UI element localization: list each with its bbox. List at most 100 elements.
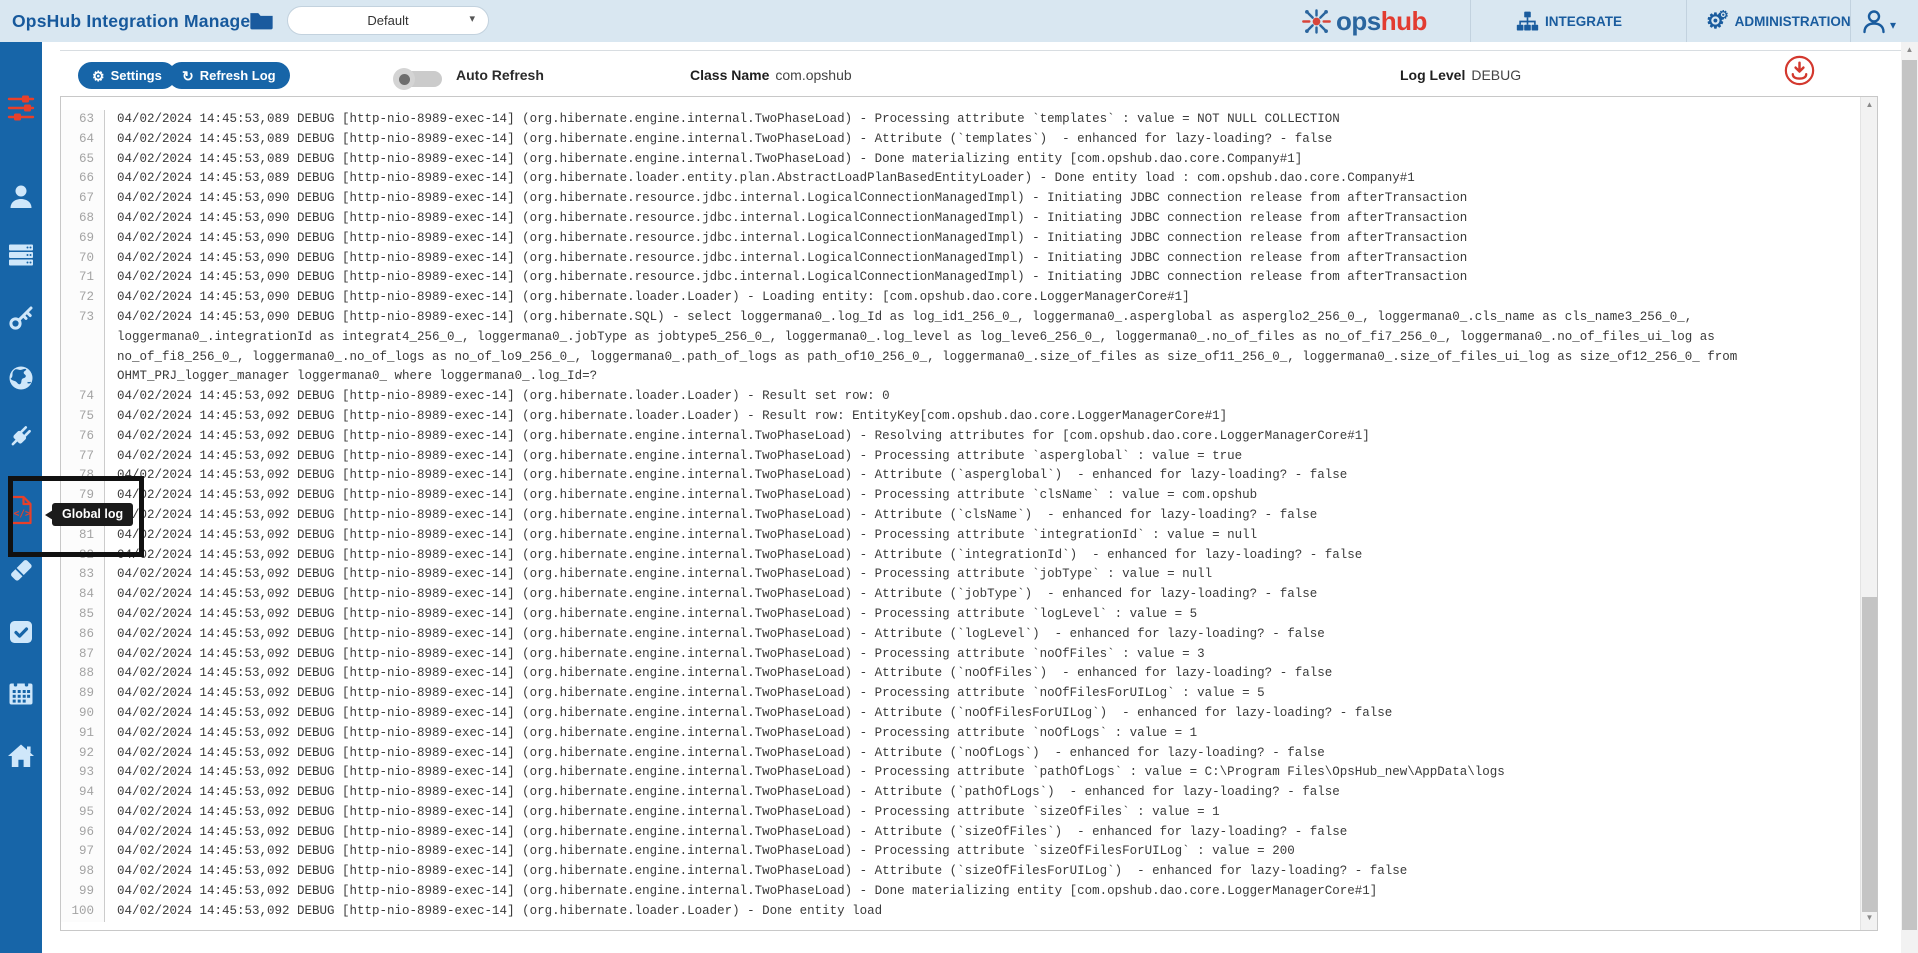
log-line-text: 04/02/2024 14:45:53,090 DEBUG [http-nio-… bbox=[105, 189, 1877, 209]
page-title: OpsHub Integration Manager bbox=[12, 0, 257, 42]
home-icon bbox=[7, 742, 35, 770]
log-line-text: 04/02/2024 14:45:53,092 DEBUG [http-nio-… bbox=[105, 684, 1877, 704]
nav-integrate[interactable]: INTEGRATE bbox=[1516, 0, 1622, 42]
chevron-down-icon: ▾ bbox=[1890, 18, 1896, 32]
log-line-number: 72 bbox=[61, 288, 105, 308]
workspace-dropdown[interactable]: Default ▾ bbox=[287, 6, 489, 35]
opshub-log-viewer-page: OpsHub Integration Manager Default ▾ bbox=[0, 0, 1918, 953]
log-line: 8104/02/2024 14:45:53,092 DEBUG [http-ni… bbox=[61, 526, 1877, 546]
log-line-text: 04/02/2024 14:45:53,089 DEBUG [http-nio-… bbox=[105, 130, 1877, 150]
sidebar-item-scheduler[interactable] bbox=[7, 679, 35, 707]
log-line: 9304/02/2024 14:45:53,092 DEBUG [http-ni… bbox=[61, 763, 1877, 783]
log-line-text: 04/02/2024 14:45:53,092 DEBUG [http-nio-… bbox=[105, 447, 1877, 467]
settings-button[interactable]: ⚙ Settings bbox=[78, 62, 176, 89]
log-level-label: Log Level bbox=[1400, 67, 1465, 83]
sidebar-item-sliders[interactable] bbox=[7, 94, 35, 122]
log-line-number: 96 bbox=[61, 823, 105, 843]
scroll-up-arrow[interactable]: ▲ bbox=[1901, 42, 1918, 58]
log-line: 8904/02/2024 14:45:53,092 DEBUG [http-ni… bbox=[61, 684, 1877, 704]
code-file-icon: </> bbox=[7, 495, 35, 525]
chevron-down-icon: ▾ bbox=[469, 12, 475, 25]
log-scrollbar[interactable]: ▲ ▼ bbox=[1860, 97, 1877, 930]
sidebar-item-cleanup[interactable] bbox=[7, 556, 35, 584]
svg-text:</>: </> bbox=[14, 509, 31, 520]
scroll-down-arrow[interactable]: ▼ bbox=[1861, 910, 1878, 926]
log-line: 7604/02/2024 14:45:53,092 DEBUG [http-ni… bbox=[61, 427, 1877, 447]
log-line: 6804/02/2024 14:45:53,090 DEBUG [http-ni… bbox=[61, 209, 1877, 229]
log-line-text: 04/02/2024 14:45:53,092 DEBUG [http-nio-… bbox=[105, 565, 1877, 585]
sidebar-item-servers[interactable] bbox=[7, 241, 35, 269]
log-line: 8804/02/2024 14:45:53,092 DEBUG [http-ni… bbox=[61, 664, 1877, 684]
log-line-text: 04/02/2024 14:45:53,092 DEBUG [http-nio-… bbox=[105, 585, 1877, 605]
eraser-icon bbox=[7, 556, 35, 584]
auto-refresh-toggle[interactable] bbox=[396, 71, 442, 87]
log-line-number: 98 bbox=[61, 862, 105, 882]
log-line-text: 04/02/2024 14:45:53,090 DEBUG [http-nio-… bbox=[105, 229, 1877, 249]
log-line-text: 04/02/2024 14:45:53,090 DEBUG [http-nio-… bbox=[105, 209, 1877, 229]
logo-text-hub: hub bbox=[1381, 6, 1427, 36]
log-line-number: 67 bbox=[61, 189, 105, 209]
log-line-number: 94 bbox=[61, 783, 105, 803]
log-line-text: 04/02/2024 14:45:53,092 DEBUG [http-nio-… bbox=[105, 605, 1877, 625]
log-line: 9404/02/2024 14:45:53,092 DEBUG [http-ni… bbox=[61, 783, 1877, 803]
scroll-up-arrow[interactable]: ▲ bbox=[1861, 97, 1878, 113]
log-line-text: 04/02/2024 14:45:53,092 DEBUG [http-nio-… bbox=[105, 704, 1877, 724]
download-log-button[interactable] bbox=[1784, 55, 1815, 86]
sidebar-item-tasks[interactable] bbox=[7, 618, 35, 646]
log-line: 9804/02/2024 14:45:53,092 DEBUG [http-ni… bbox=[61, 862, 1877, 882]
log-line-number: 92 bbox=[61, 744, 105, 764]
log-line-text: 04/02/2024 14:45:53,092 DEBUG [http-nio-… bbox=[105, 546, 1877, 566]
log-line: 7804/02/2024 14:45:53,092 DEBUG [http-ni… bbox=[61, 466, 1877, 486]
log-line-text: 04/02/2024 14:45:53,092 DEBUG [http-nio-… bbox=[105, 645, 1877, 665]
log-line-text: 04/02/2024 14:45:53,090 DEBUG [http-nio-… bbox=[105, 268, 1877, 288]
sidebar-item-globe[interactable] bbox=[7, 364, 35, 392]
log-line: 6504/02/2024 14:45:53,089 DEBUG [http-ni… bbox=[61, 150, 1877, 170]
refresh-log-button[interactable]: ↻ Refresh Log bbox=[168, 62, 290, 89]
user-menu[interactable]: ▾ bbox=[1860, 7, 1896, 35]
calendar-icon bbox=[7, 679, 35, 707]
nav-integrate-label: INTEGRATE bbox=[1545, 14, 1622, 29]
plug-icon bbox=[7, 422, 35, 450]
log-line: 8404/02/2024 14:45:53,092 DEBUG [http-ni… bbox=[61, 585, 1877, 605]
sidebar-item-global-log[interactable]: </> bbox=[7, 495, 35, 523]
log-line: 9104/02/2024 14:45:53,092 DEBUG [http-ni… bbox=[61, 724, 1877, 744]
log-line-text: 04/02/2024 14:45:53,092 DEBUG [http-nio-… bbox=[105, 783, 1877, 803]
folder-icon[interactable] bbox=[248, 8, 275, 34]
log-line-number: 83 bbox=[61, 565, 105, 585]
sidebar-item-home[interactable] bbox=[7, 742, 35, 770]
sidebar-item-users[interactable] bbox=[7, 182, 35, 210]
window-scrollbar-thumb[interactable] bbox=[1902, 60, 1917, 930]
settings-button-label: Settings bbox=[111, 68, 162, 83]
log-line: 9004/02/2024 14:45:53,092 DEBUG [http-ni… bbox=[61, 704, 1877, 724]
log-viewer[interactable]: 6304/02/2024 14:45:53,089 DEBUG [http-ni… bbox=[60, 96, 1878, 931]
log-line: 7204/02/2024 14:45:53,090 DEBUG [http-ni… bbox=[61, 288, 1877, 308]
log-line: 8604/02/2024 14:45:53,092 DEBUG [http-ni… bbox=[61, 625, 1877, 645]
log-line-text: 04/02/2024 14:45:53,092 DEBUG [http-nio-… bbox=[105, 902, 1877, 922]
log-line-number: 77 bbox=[61, 447, 105, 467]
log-line: 6604/02/2024 14:45:53,089 DEBUG [http-ni… bbox=[61, 169, 1877, 189]
sidebar-item-keys[interactable] bbox=[7, 304, 35, 332]
log-line-number: 70 bbox=[61, 249, 105, 269]
app-header: OpsHub Integration Manager Default ▾ bbox=[0, 0, 1918, 42]
nav-administration[interactable]: ⚙⚙ ADMINISTRATION bbox=[1706, 0, 1851, 42]
log-line-number: 82 bbox=[61, 546, 105, 566]
log-line-text: 04/02/2024 14:45:53,090 DEBUG [http-nio-… bbox=[105, 308, 1877, 387]
window-scrollbar[interactable]: ▲ bbox=[1901, 42, 1918, 953]
log-line-number: 91 bbox=[61, 724, 105, 744]
class-name-value: com.opshub bbox=[775, 67, 851, 83]
log-scrollbar-thumb[interactable] bbox=[1862, 597, 1877, 912]
opshub-logo: opshub bbox=[1300, 4, 1427, 38]
log-lines: 6304/02/2024 14:45:53,089 DEBUG [http-ni… bbox=[61, 97, 1877, 922]
log-line: 7304/02/2024 14:45:53,090 DEBUG [http-ni… bbox=[61, 308, 1877, 387]
log-level-field: Log LevelDEBUG bbox=[1400, 67, 1521, 83]
log-line-number: 81 bbox=[61, 526, 105, 546]
log-line: 7704/02/2024 14:45:53,092 DEBUG [http-ni… bbox=[61, 447, 1877, 467]
log-line: 7004/02/2024 14:45:53,090 DEBUG [http-ni… bbox=[61, 249, 1877, 269]
sidebar-item-integrations[interactable] bbox=[7, 422, 35, 450]
refresh-icon: ↻ bbox=[182, 69, 194, 83]
gears-icon: ⚙⚙ bbox=[1706, 11, 1729, 32]
log-line: 7404/02/2024 14:45:53,092 DEBUG [http-ni… bbox=[61, 387, 1877, 407]
log-line: 10004/02/2024 14:45:53,092 DEBUG [http-n… bbox=[61, 902, 1877, 922]
toggle-knob bbox=[393, 68, 415, 90]
logo-text-ops: ops bbox=[1336, 6, 1381, 36]
